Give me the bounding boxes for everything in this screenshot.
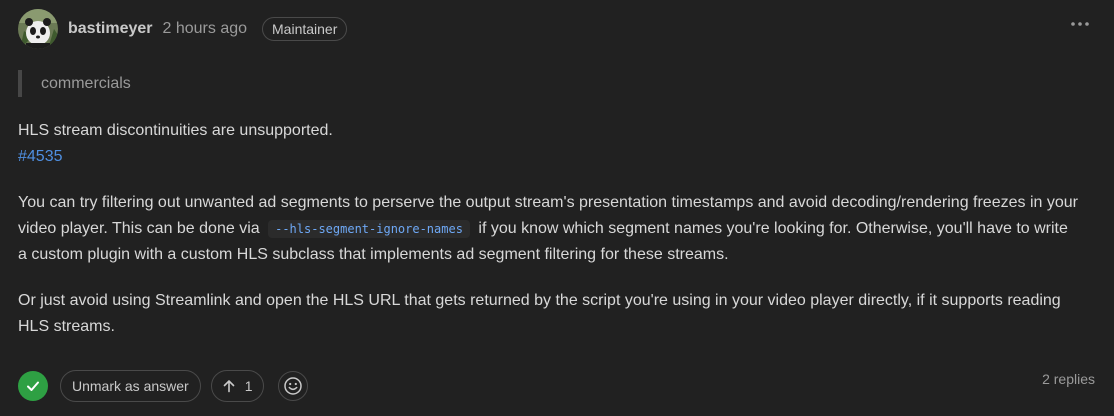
more-options-button[interactable]: [1068, 14, 1092, 34]
quote-content: commercials: [41, 74, 131, 92]
issue-link[interactable]: #4535: [18, 148, 63, 165]
inline-code-option: --hls-segment-ignore-names: [268, 220, 470, 238]
paragraph-2: You can try filtering out unwanted ad se…: [18, 190, 1078, 268]
author-name[interactable]: bastimeyer: [68, 20, 153, 38]
quoted-text: commercials: [18, 70, 131, 97]
kebab-horizontal-icon: [1071, 22, 1089, 26]
comment-header: bastimeyer 2 hours ago Maintainer: [18, 9, 348, 49]
arrow-up-icon: [223, 380, 235, 393]
comment-footer: Unmark as answer 1: [18, 369, 308, 403]
smiley-icon: [283, 377, 302, 395]
check-icon: [27, 381, 39, 391]
maintainer-badge: Maintainer: [262, 17, 348, 41]
discussion-comment: bastimeyer 2 hours ago Maintainer commer…: [0, 0, 1114, 416]
unmark-as-answer-label: Unmark as answer: [72, 378, 189, 394]
paragraph-3-text: Or just avoid using Streamlink and open …: [18, 292, 1061, 335]
comment-timestamp[interactable]: 2 hours ago: [163, 20, 248, 38]
upvote-button[interactable]: 1: [210, 370, 264, 402]
avatar[interactable]: [18, 9, 58, 49]
paragraph-1-text: HLS stream discontinuities are unsupport…: [18, 122, 333, 139]
upvote-count: 1: [244, 378, 253, 394]
paragraph-1: HLS stream discontinuities are unsupport…: [18, 118, 1078, 170]
add-reaction-button[interactable]: [277, 371, 308, 401]
answered-indicator[interactable]: [18, 371, 48, 401]
paragraph-3: Or just avoid using Streamlink and open …: [18, 288, 1078, 340]
unmark-as-answer-button[interactable]: Unmark as answer: [60, 370, 201, 402]
replies-count-link[interactable]: 2 replies: [1042, 371, 1095, 387]
